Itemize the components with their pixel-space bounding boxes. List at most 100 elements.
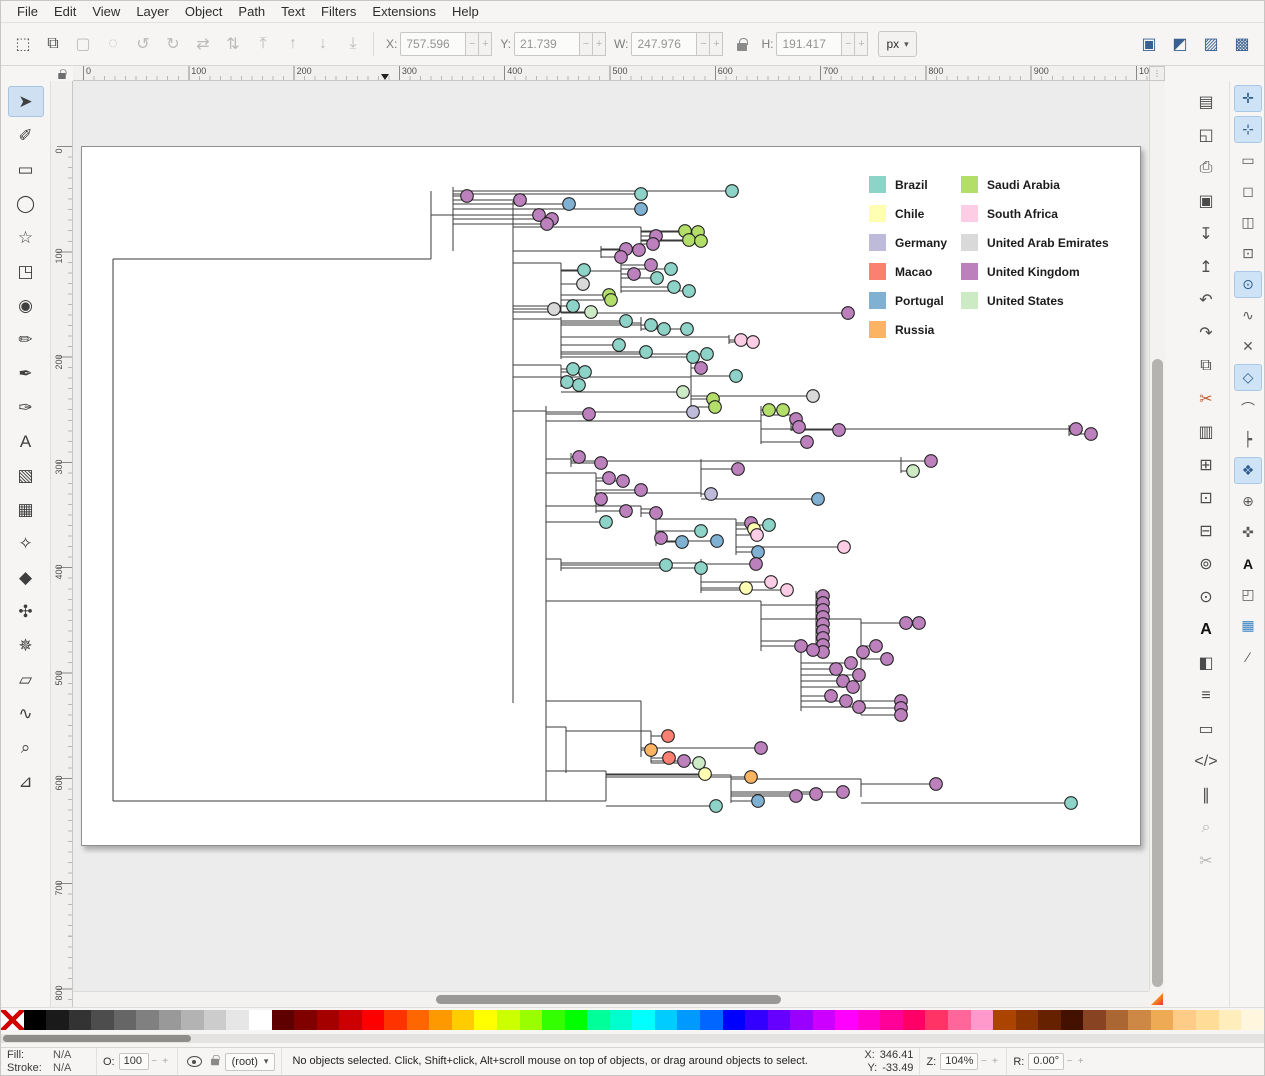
tree-leaf-node[interactable] bbox=[695, 235, 708, 248]
tree-leaf-node[interactable] bbox=[765, 576, 778, 589]
snap-grids-icon[interactable]: ▦ bbox=[1234, 612, 1262, 639]
bucket-fill-tool[interactable]: ◆ bbox=[8, 562, 44, 593]
palette-swatch[interactable] bbox=[1083, 1010, 1106, 1030]
palette-swatch[interactable] bbox=[1016, 1010, 1039, 1030]
palette-swatch[interactable] bbox=[226, 1010, 249, 1030]
tree-leaf-node[interactable] bbox=[881, 653, 894, 666]
palette-swatch[interactable] bbox=[317, 1010, 340, 1030]
lower-icon[interactable]: ↓ bbox=[309, 30, 337, 58]
tree-leaf-node[interactable] bbox=[747, 336, 760, 349]
tree-leaf-node[interactable] bbox=[461, 190, 474, 203]
import-icon[interactable]: ↧ bbox=[1191, 219, 1221, 248]
selector-tool[interactable]: ➤ bbox=[8, 86, 44, 117]
menu-object[interactable]: Object bbox=[177, 2, 231, 21]
vertical-ruler[interactable]: 0100200300400500600700800 bbox=[51, 81, 73, 1007]
tree-leaf-node[interactable] bbox=[699, 768, 712, 781]
tree-leaf-node[interactable] bbox=[790, 790, 803, 803]
lower-to-bottom-icon[interactable]: ⤓ bbox=[339, 30, 367, 58]
tree-leaf-node[interactable] bbox=[635, 188, 648, 201]
tree-leaf-node[interactable] bbox=[795, 640, 808, 653]
tree-leaf-node[interactable] bbox=[853, 669, 866, 682]
tree-leaf-node[interactable] bbox=[683, 285, 696, 298]
palette-swatch[interactable] bbox=[1106, 1010, 1129, 1030]
tree-leaf-node[interactable] bbox=[645, 259, 658, 272]
snap-intersections-icon[interactable]: ✕ bbox=[1234, 333, 1262, 360]
snap-nodes-icon[interactable]: ⊙ bbox=[1234, 271, 1262, 298]
palette-swatch[interactable] bbox=[204, 1010, 227, 1030]
tree-leaf-node[interactable] bbox=[900, 617, 913, 630]
print-icon[interactable]: ⎙ bbox=[1191, 153, 1221, 182]
tweak-tool[interactable]: ✣ bbox=[8, 596, 44, 627]
tree-leaf-node[interactable] bbox=[573, 451, 586, 464]
tree-leaf-node[interactable] bbox=[640, 346, 653, 359]
connector-tool[interactable]: ∿ bbox=[8, 698, 44, 729]
gradient-tool[interactable]: ▧ bbox=[8, 460, 44, 491]
width-input[interactable]: 247.976 bbox=[631, 32, 697, 56]
unlink-clone-icon[interactable]: ⊟ bbox=[1191, 516, 1221, 545]
vertical-scrollbar-thumb[interactable] bbox=[1152, 359, 1163, 987]
flip-vertical-icon[interactable]: ⇅ bbox=[219, 30, 247, 58]
tree-leaf-node[interactable] bbox=[907, 465, 920, 478]
tree-leaf-node[interactable] bbox=[755, 742, 768, 755]
rectangle-tool[interactable]: ▭ bbox=[8, 154, 44, 185]
tree-leaf-node[interactable] bbox=[677, 386, 690, 399]
palette-swatch[interactable] bbox=[723, 1010, 746, 1030]
node-tool[interactable]: ✐ bbox=[8, 120, 44, 151]
lock-ratio-toggle[interactable] bbox=[731, 32, 753, 56]
palette-swatch[interactable] bbox=[407, 1010, 430, 1030]
palette-swatch[interactable] bbox=[114, 1010, 137, 1030]
palette-swatch[interactable] bbox=[993, 1010, 1016, 1030]
tree-leaf-node[interactable] bbox=[740, 582, 753, 595]
tree-leaf-node[interactable] bbox=[701, 348, 714, 361]
tree-leaf-node[interactable] bbox=[726, 185, 739, 198]
tree-leaf-node[interactable] bbox=[687, 406, 700, 419]
lock-guides-toggle[interactable] bbox=[51, 66, 73, 81]
snap-bbox-icon[interactable]: ⊹ bbox=[1234, 116, 1262, 143]
mesh-tool[interactable]: ▦ bbox=[8, 494, 44, 525]
move-patterns-toggle-icon[interactable]: ▩ bbox=[1228, 30, 1256, 58]
tree-leaf-node[interactable] bbox=[847, 681, 860, 694]
tree-leaf-node[interactable] bbox=[514, 194, 527, 207]
flip-horizontal-icon[interactable]: ⇄ bbox=[189, 30, 217, 58]
tree-leaf-node[interactable] bbox=[620, 315, 633, 328]
palette-swatch[interactable] bbox=[768, 1010, 791, 1030]
tree-leaf-node[interactable] bbox=[583, 408, 596, 421]
tree-leaf-node[interactable] bbox=[853, 701, 866, 714]
tree-leaf-node[interactable] bbox=[647, 238, 660, 251]
raise-icon[interactable]: ↑ bbox=[279, 30, 307, 58]
menu-layer[interactable]: Layer bbox=[128, 2, 177, 21]
zoom-increment-button[interactable]: + bbox=[989, 1056, 1000, 1067]
palette-swatch[interactable] bbox=[1196, 1010, 1219, 1030]
tree-leaf-node[interactable] bbox=[605, 294, 618, 307]
tree-leaf-node[interactable] bbox=[752, 795, 765, 808]
palette-swatch[interactable] bbox=[948, 1010, 971, 1030]
tree-leaf-node[interactable] bbox=[781, 584, 794, 597]
document-properties-icon[interactable]: ▤ bbox=[1191, 87, 1221, 116]
pencil-tool[interactable]: ✏ bbox=[8, 324, 44, 355]
tree-leaf-node[interactable] bbox=[548, 303, 561, 316]
spiral-tool[interactable]: ◉ bbox=[8, 290, 44, 321]
undo-icon[interactable]: ↶ bbox=[1191, 285, 1221, 314]
tree-leaf-node[interactable] bbox=[567, 300, 580, 313]
tree-leaf-node[interactable] bbox=[793, 421, 806, 434]
height-input[interactable]: 191.417 bbox=[776, 32, 842, 56]
menu-edit[interactable]: Edit bbox=[46, 2, 84, 21]
opacity-input[interactable]: 100 bbox=[119, 1053, 149, 1070]
calligraphy-tool[interactable]: ✑ bbox=[8, 392, 44, 423]
layer-lock-icon[interactable] bbox=[211, 1058, 219, 1064]
tree-leaf-node[interactable] bbox=[645, 319, 658, 332]
tree-leaf-node[interactable] bbox=[663, 752, 676, 765]
tree-leaf-node[interactable] bbox=[763, 404, 776, 417]
tree-leaf-node[interactable] bbox=[842, 307, 855, 320]
tree-leaf-node[interactable] bbox=[595, 493, 608, 506]
save-icon[interactable]: ▣ bbox=[1191, 186, 1221, 215]
snap-text-baseline-icon[interactable]: A bbox=[1234, 550, 1262, 577]
tree-leaf-node[interactable] bbox=[578, 264, 591, 277]
ellipse-tool[interactable]: ◯ bbox=[8, 188, 44, 219]
palette-swatch[interactable] bbox=[925, 1010, 948, 1030]
palette-swatch[interactable] bbox=[159, 1010, 182, 1030]
y-input[interactable]: 21.739 bbox=[514, 32, 580, 56]
palette-swatch[interactable] bbox=[1219, 1010, 1242, 1030]
tree-leaf-node[interactable] bbox=[603, 472, 616, 485]
eraser-tool[interactable]: ▱ bbox=[8, 664, 44, 695]
